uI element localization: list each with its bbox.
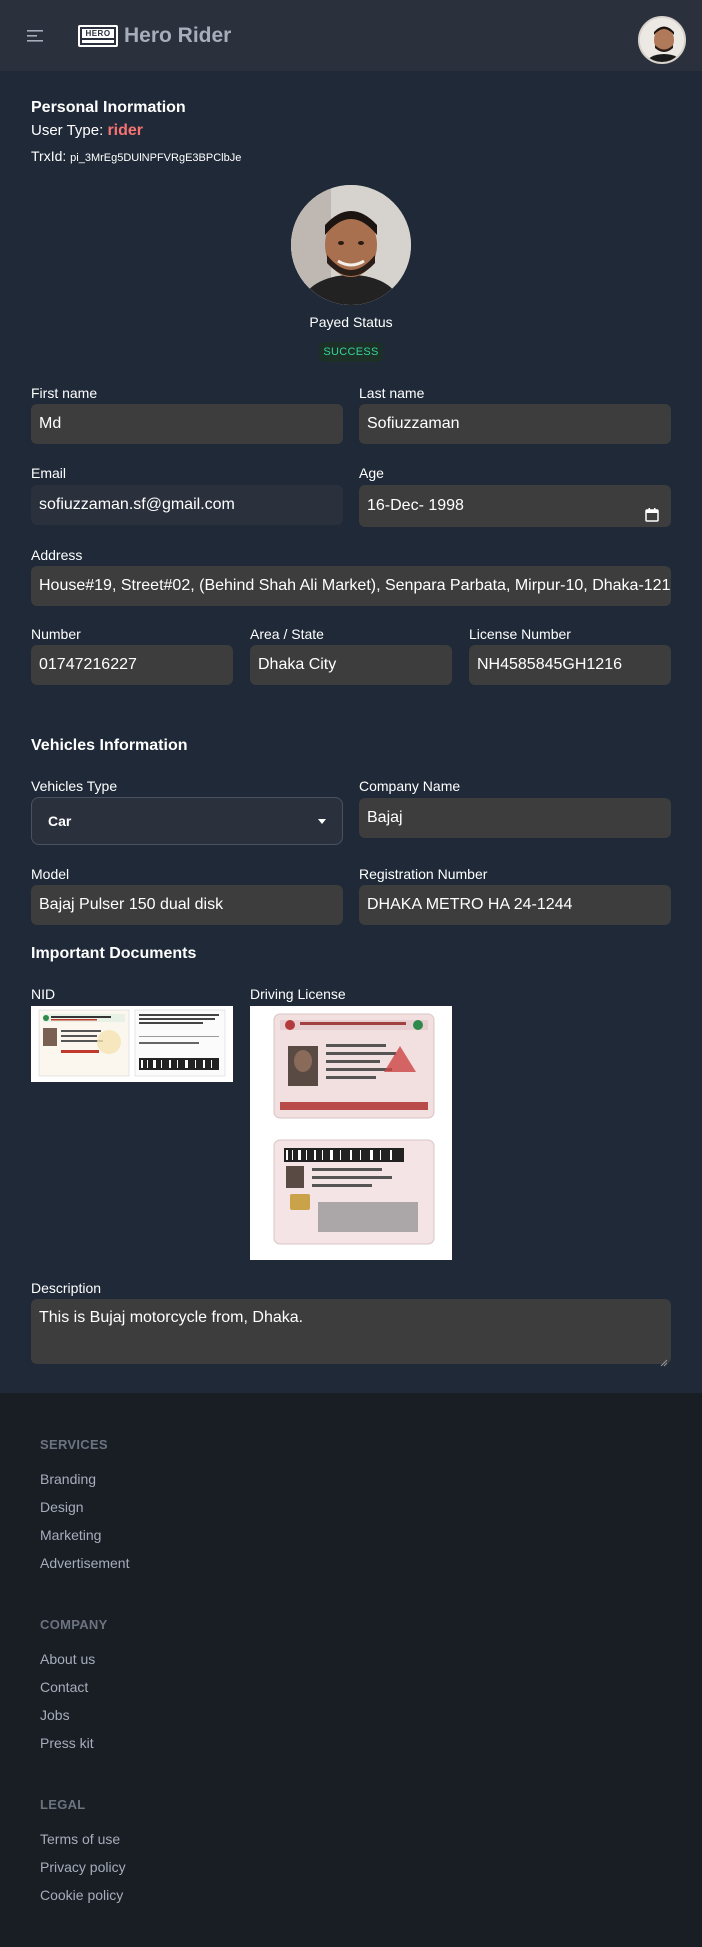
user-avatar[interactable]: [638, 16, 686, 64]
footer-link-marketing[interactable]: Marketing: [40, 1527, 101, 1543]
driving-license-image[interactable]: [250, 1006, 452, 1260]
brand-link[interactable]: HERO Hero Rider: [78, 22, 231, 50]
age-label: Age: [359, 465, 384, 481]
area-label: Area / State: [250, 626, 324, 642]
age-value: 16-Dec- 1998: [367, 497, 464, 514]
vehicle-type-label: Vehicles Type: [31, 778, 118, 794]
footer-link-privacy[interactable]: Privacy policy: [40, 1859, 126, 1875]
chevron-down-icon: [318, 819, 326, 824]
profile-photo: [291, 185, 411, 305]
email-input[interactable]: sofiuzzaman.sf@gmail.com: [31, 485, 343, 525]
footer-link-branding[interactable]: Branding: [40, 1471, 96, 1487]
trx-id: TrxId: pi_3MrEg5DUlNPFVRgE3BPClbJe: [31, 148, 241, 164]
footer-link-jobs[interactable]: Jobs: [40, 1707, 70, 1723]
footer-services-title: SERVICES: [40, 1437, 108, 1452]
first-name-label: First name: [31, 385, 98, 401]
trx-label: TrxId:: [31, 148, 67, 164]
user-type: User Type: rider: [31, 122, 143, 140]
nid-label: NID: [31, 986, 56, 1002]
vehicle-type-select[interactable]: Car: [31, 797, 343, 845]
number-input[interactable]: 01747216227: [31, 645, 233, 685]
driving-license-label: Driving License: [250, 986, 346, 1002]
email-label: Email: [31, 465, 67, 481]
resize-handle-icon[interactable]: [660, 1353, 668, 1367]
nid-image[interactable]: [31, 1006, 233, 1082]
personal-info-title: Personal Inormation: [31, 99, 186, 116]
trx-value: pi_3MrEg5DUlNPFVRgE3BPClbJe: [70, 152, 242, 164]
footer-company-title: COMPANY: [40, 1617, 108, 1632]
license-number-label: License Number: [469, 626, 571, 642]
footer-link-design[interactable]: Design: [40, 1499, 84, 1515]
last-name-label: Last name: [359, 385, 425, 401]
brand-logo-text: HERO: [82, 29, 114, 38]
footer-link-press-kit[interactable]: Press kit: [40, 1735, 94, 1751]
license-number-input[interactable]: NH4585845GH1216: [469, 645, 671, 685]
model-label: Model: [31, 866, 70, 882]
number-label: Number: [31, 626, 81, 642]
footer-link-cookie[interactable]: Cookie policy: [40, 1887, 123, 1903]
area-input[interactable]: Dhaka City: [250, 645, 452, 685]
address-input[interactable]: House#19, Street#02, (Behind Shah Ali Ma…: [31, 566, 671, 606]
user-type-value: rider: [107, 122, 144, 139]
vehicles-section-title: Vehicles Information: [31, 737, 188, 754]
documents-section-title: Important Documents: [31, 945, 197, 962]
address-label: Address: [31, 547, 83, 563]
brand-name: Hero Rider: [124, 24, 232, 47]
company-name-label: Company Name: [359, 778, 461, 794]
vehicle-type-value: Car: [48, 813, 72, 829]
menu-icon[interactable]: [24, 24, 48, 48]
description-value: This is Bujaj motorcycle from, Dhaka.: [39, 1309, 304, 1326]
payed-status-label: Payed Status: [309, 314, 393, 330]
description-label: Description: [31, 1280, 102, 1296]
calendar-icon[interactable]: [645, 497, 659, 522]
user-type-label: User Type:: [31, 122, 104, 139]
payed-status-badge: SUCCESS: [319, 342, 383, 362]
age-date-input[interactable]: 16-Dec- 1998: [359, 485, 671, 527]
first-name-input[interactable]: Md: [31, 404, 343, 444]
footer-link-terms[interactable]: Terms of use: [40, 1831, 120, 1847]
navbar: HERO Hero Rider: [0, 0, 702, 71]
registration-number-label: Registration Number: [359, 866, 488, 882]
footer-link-contact[interactable]: Contact: [40, 1679, 88, 1695]
registration-number-input[interactable]: DHAKA METRO HA 24-1244: [359, 885, 671, 925]
description-textarea[interactable]: This is Bujaj motorcycle from, Dhaka.: [31, 1299, 671, 1367]
footer-link-advertisement[interactable]: Advertisement: [40, 1555, 129, 1571]
brand-logo: HERO: [78, 25, 118, 47]
footer-link-about[interactable]: About us: [40, 1651, 95, 1667]
company-name-input[interactable]: Bajaj: [359, 798, 671, 838]
footer: SERVICES Branding Design Marketing Adver…: [0, 1393, 702, 1947]
model-input[interactable]: Bajaj Pulser 150 dual disk: [31, 885, 343, 925]
last-name-input[interactable]: Sofiuzzaman: [359, 404, 671, 444]
footer-legal-title: LEGAL: [40, 1797, 86, 1812]
